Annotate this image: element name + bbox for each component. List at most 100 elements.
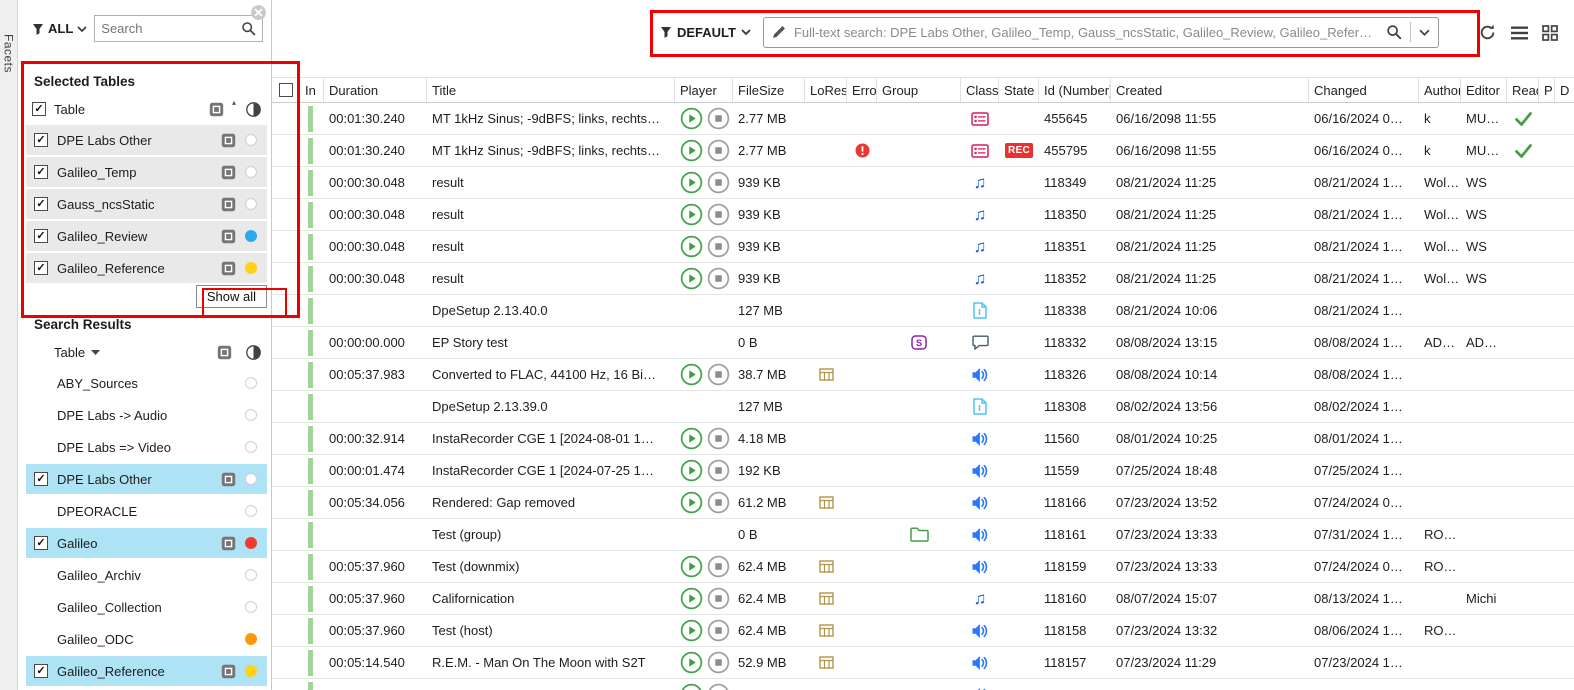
column-header-group[interactable]: Group (877, 78, 961, 102)
stop-button[interactable] (707, 587, 730, 610)
refresh-icon[interactable] (1478, 23, 1497, 42)
fulltext-search-input[interactable] (794, 25, 1378, 40)
play-button[interactable] (680, 459, 703, 482)
table-row[interactable]: 00:05:37.960Californication62.4 MB♫11816… (272, 583, 1574, 615)
table-list-item[interactable]: Galileo_Temp (26, 157, 267, 187)
search-results-header[interactable]: Table (24, 338, 271, 366)
stop-button[interactable] (707, 203, 730, 226)
table-list-item[interactable]: DPE Labs => Video (26, 432, 267, 462)
facets-panel-tab[interactable]: Facets (0, 0, 18, 690)
sort-caret-icon[interactable] (91, 350, 100, 355)
stop-button[interactable] (707, 139, 730, 162)
cell-player[interactable] (675, 103, 733, 134)
stop-button[interactable] (707, 171, 730, 194)
cell-player[interactable] (675, 167, 733, 198)
preset-dropdown[interactable]: DEFAULT (660, 25, 751, 40)
table-row[interactable]: DpeSetup 2.13.40.0127 MB11833808/21/2024… (272, 295, 1574, 327)
table-row[interactable]: 00:05:34.056Rendered: Gap removed61.2 MB… (272, 487, 1574, 519)
play-button[interactable] (680, 363, 703, 386)
column-header-class[interactable]: Class (961, 78, 999, 102)
table-checkbox[interactable] (34, 472, 48, 486)
table-options-icon[interactable] (217, 345, 232, 360)
column-header-filesize[interactable]: FileSize (733, 78, 805, 102)
table-checkbox[interactable] (34, 229, 48, 243)
stop-button[interactable] (707, 363, 730, 386)
table-options-icon[interactable] (221, 261, 236, 276)
table-list-item[interactable]: DPE Labs Other (26, 464, 267, 494)
cell-player[interactable] (675, 487, 733, 518)
table-row[interactable]: 00:05:37.960Test (downmix)62.4 MB1181590… (272, 551, 1574, 583)
table-row[interactable]: 00:00:01.474InstaRecorder CGE 1 [2024-07… (272, 455, 1574, 487)
table-row[interactable]: 00:00:30.048result939 KB♫11835208/21/202… (272, 263, 1574, 295)
stop-button[interactable] (707, 427, 730, 450)
stop-button[interactable] (707, 683, 730, 690)
stop-button[interactable] (707, 619, 730, 642)
table-row[interactable]: 00:01:30.240MT 1kHz Sinus; -9dBFS; links… (272, 135, 1574, 167)
table-list-item[interactable]: Gauss_ncsStatic (26, 189, 267, 219)
table-list-item[interactable]: DPEORACLE (26, 496, 267, 526)
table-row[interactable]: 00:05:14.540R.E.M. - Man On The Moon wit… (272, 647, 1574, 679)
table-row[interactable]: Test (group)0 B11816107/23/2024 13:3307/… (272, 519, 1574, 551)
chevron-down-icon[interactable] (1419, 29, 1430, 36)
stop-button[interactable] (707, 267, 730, 290)
cell-player[interactable] (675, 359, 733, 390)
column-header-author[interactable]: Author (1419, 78, 1461, 102)
search-icon[interactable] (1386, 24, 1402, 40)
select-all-checkbox[interactable] (279, 83, 293, 97)
play-button[interactable] (680, 235, 703, 258)
table-options-icon[interactable] (221, 165, 236, 180)
table-options-icon[interactable] (221, 664, 236, 679)
table-checkbox[interactable] (34, 133, 48, 147)
table-list-item[interactable]: Galileo_Collection (26, 592, 267, 622)
cell-player[interactable] (675, 263, 733, 294)
cell-player[interactable] (675, 519, 733, 550)
table-row[interactable]: 00:00:00.000EP Story test0 BS11833208/08… (272, 327, 1574, 359)
cell-player[interactable] (675, 423, 733, 454)
column-header-state[interactable]: State (999, 78, 1039, 102)
cell-player[interactable] (675, 231, 733, 262)
column-header-changed[interactable]: Changed (1309, 78, 1419, 102)
stop-button[interactable] (707, 651, 730, 674)
selected-tables-header[interactable]: Table ▴ (24, 95, 271, 123)
sidebar-search-input[interactable] (101, 21, 241, 36)
search-icon[interactable] (241, 21, 256, 36)
column-header-duration[interactable]: Duration (324, 78, 427, 102)
edit-icon[interactable] (772, 25, 786, 39)
table-checkbox[interactable] (34, 165, 48, 179)
play-button[interactable] (680, 427, 703, 450)
column-header-in[interactable]: In (300, 78, 324, 102)
table-row[interactable]: 00:05:37.960Test (host)62.4 MB11815807/2… (272, 615, 1574, 647)
table-row[interactable]: 00:01:30.240MT 1kHz Sinus; -9dBFS; links… (272, 103, 1574, 135)
column-header-read[interactable]: Read (1507, 78, 1539, 102)
column-header-d[interactable]: D (1555, 78, 1573, 102)
play-button[interactable] (680, 171, 703, 194)
table-checkbox[interactable] (34, 261, 48, 275)
table-list-item[interactable]: Galileo_ODC (26, 624, 267, 654)
table-options-icon[interactable] (209, 102, 224, 117)
table-options-icon[interactable] (221, 472, 236, 487)
invert-selection-icon[interactable] (246, 102, 261, 117)
table-checkbox[interactable] (34, 197, 48, 211)
play-button[interactable] (680, 267, 703, 290)
table-list-item[interactable]: Galileo (26, 528, 267, 558)
cell-player[interactable] (675, 199, 733, 230)
cell-player[interactable] (675, 295, 733, 326)
invert-selection-icon[interactable] (246, 345, 261, 360)
table-list-item[interactable]: Galileo_Reference (26, 253, 267, 283)
table-row[interactable]: 00:00:30.048result939 KB♫11834908/21/202… (272, 167, 1574, 199)
list-view-icon[interactable] (1511, 26, 1528, 40)
table-row[interactable]: 00:00:32.914InstaRecorder CGE 1 [2024-08… (272, 423, 1574, 455)
table-checkbox[interactable] (34, 536, 48, 550)
table-options-icon[interactable] (221, 536, 236, 551)
play-button[interactable] (680, 619, 703, 642)
table-list-item[interactable]: DPE Labs Other (26, 125, 267, 155)
table-options-icon[interactable] (221, 229, 236, 244)
table-row[interactable]: 00:05:37.983Converted to FLAC, 44100 Hz,… (272, 359, 1574, 391)
cell-player[interactable] (675, 551, 733, 582)
table-row[interactable] (272, 679, 1574, 690)
column-header-sel[interactable] (272, 78, 300, 102)
collapse-caret-icon[interactable]: ▴ (232, 98, 236, 107)
stop-button[interactable] (707, 107, 730, 130)
table-list-item[interactable]: ABY_Sources (26, 368, 267, 398)
table-row[interactable]: DpeSetup 2.13.39.0127 MB11830808/02/2024… (272, 391, 1574, 423)
